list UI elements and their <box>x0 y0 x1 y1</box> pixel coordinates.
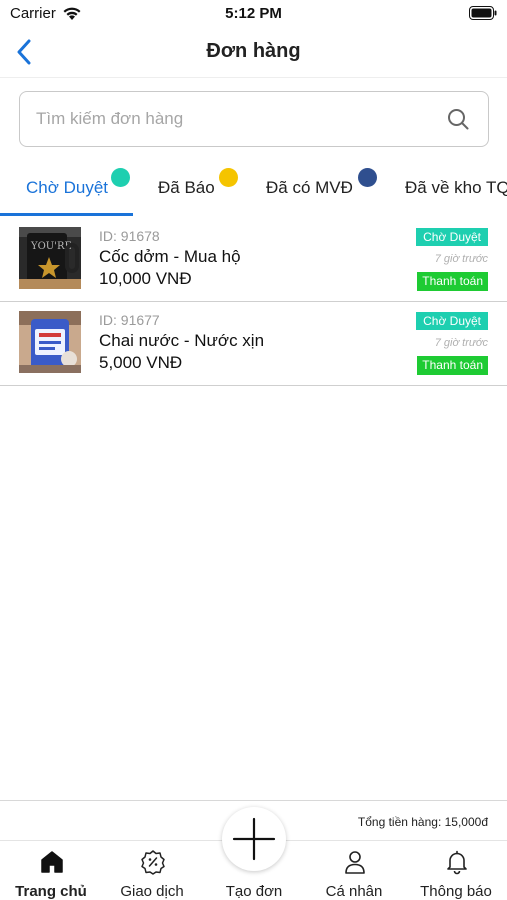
create-order-button[interactable] <box>222 807 286 871</box>
tabbar-item-home[interactable]: Trang chủ <box>1 841 101 900</box>
discount-badge-icon <box>141 850 165 875</box>
order-id: ID: 91678 <box>99 228 160 244</box>
search-box <box>19 91 489 147</box>
tabbar-label: Giao dịch <box>120 883 184 900</box>
product-thumbnail-mug: YOU'RE <box>19 227 81 289</box>
tab-da-co-mvd-dot <box>358 168 377 187</box>
order-price: 5,000 VNĐ <box>99 353 183 372</box>
tab-da-co-mvd[interactable]: Đã có MVĐ <box>266 178 353 198</box>
search-input[interactable] <box>36 92 436 146</box>
order-row[interactable]: YOU'RE ID: 91678 Cốc dởm - Mua hộ 10,000… <box>0 218 507 302</box>
tab-da-bao[interactable]: Đã Báo <box>158 178 215 198</box>
pay-button[interactable]: Thanh toán <box>417 356 488 375</box>
order-list: YOU'RE ID: 91678 Cốc dởm - Mua hộ 10,000… <box>0 218 507 386</box>
tabbar-item-transactions[interactable]: Giao dịch <box>102 841 202 900</box>
order-name: Chai nước - Nước xịn <box>99 331 265 350</box>
nav-bar: Đơn hàng <box>0 28 507 78</box>
total-amount: Tổng tiền hàng: 15,000đ <box>357 815 488 829</box>
status-tabs: Chờ Duyệt Đã Báo Đã có MVĐ Đã về kho TQ <box>0 160 507 218</box>
home-icon <box>41 851 63 873</box>
order-price: 10,000 VNĐ <box>99 269 192 288</box>
tab-da-ve-kho-tq[interactable]: Đã về kho TQ <box>405 178 507 198</box>
tabbar-item-profile[interactable]: Cá nhân <box>304 841 404 900</box>
product-thumbnail-bottle <box>19 311 81 373</box>
tab-da-bao-dot <box>219 168 238 187</box>
bell-icon <box>447 850 467 875</box>
tabbar-label: Cá nhân <box>325 883 383 900</box>
tabbar-item-notifications[interactable]: Thông báo <box>406 841 506 900</box>
order-time: 7 giờ trước <box>434 337 488 349</box>
tab-cho-duyet-dot <box>111 168 130 187</box>
tabbar-label: Tạo đơn <box>225 883 283 900</box>
user-icon <box>345 851 365 874</box>
status-badge: Chờ Duyệt <box>416 228 488 246</box>
pay-button[interactable]: Thanh toán <box>417 272 488 291</box>
page-title: Đơn hàng <box>206 40 301 62</box>
tab-cho-duyet[interactable]: Chờ Duyệt <box>26 178 108 198</box>
active-tab-indicator <box>0 213 133 216</box>
battery-icon <box>469 6 497 20</box>
order-row[interactable]: ID: 91677 Chai nước - Nước xịn 5,000 VNĐ… <box>0 302 507 386</box>
tabbar-label: Thông báo <box>420 883 492 900</box>
status-time: 5:12 PM <box>225 5 282 22</box>
status-bar: Carrier 5:12 PM <box>0 0 507 28</box>
order-name: Cốc dởm - Mua hộ <box>99 247 241 266</box>
order-time: 7 giờ trước <box>434 253 488 265</box>
order-id: ID: 91677 <box>99 312 160 328</box>
status-badge: Chờ Duyệt <box>416 312 488 330</box>
tabbar-label: Trang chủ <box>15 883 87 900</box>
plus-icon <box>232 817 276 861</box>
search-icon[interactable] <box>446 107 470 131</box>
